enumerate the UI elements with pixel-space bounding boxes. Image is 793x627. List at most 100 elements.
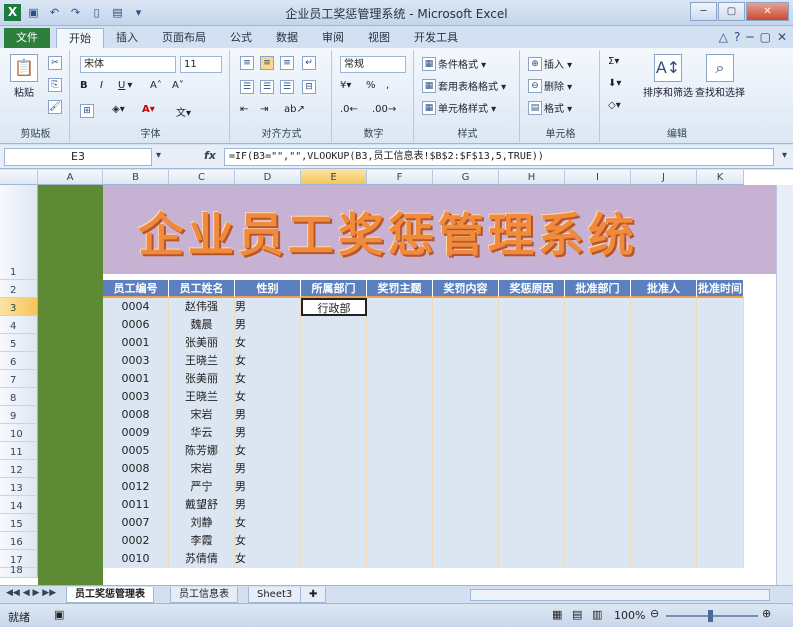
workbook-restore-icon[interactable]: ▢ xyxy=(760,30,771,44)
decrease-indent-icon[interactable]: ⇤ xyxy=(240,104,248,115)
table-cell[interactable] xyxy=(631,334,697,352)
table-cell[interactable]: 0011 xyxy=(103,496,169,514)
row-header-10[interactable]: 10 xyxy=(0,424,38,442)
table-cell[interactable] xyxy=(631,352,697,370)
macro-record-icon[interactable]: ▣ xyxy=(54,608,64,621)
align-left-icon[interactable]: ☰ xyxy=(240,80,254,94)
row-header-6[interactable]: 6 xyxy=(0,352,38,370)
row-header-2[interactable]: 2 xyxy=(0,280,38,298)
row-header-8[interactable]: 8 xyxy=(0,388,38,406)
row-header-7[interactable]: 7 xyxy=(0,370,38,388)
table-cell[interactable]: 0007 xyxy=(103,514,169,532)
table-cell[interactable] xyxy=(697,532,744,550)
table-cell[interactable] xyxy=(433,316,499,334)
table-cell[interactable] xyxy=(697,316,744,334)
table-cell[interactable] xyxy=(301,496,367,514)
table-cell[interactable] xyxy=(301,352,367,370)
autosum-icon[interactable]: Σ▾ xyxy=(608,56,619,67)
comma-icon[interactable]: , xyxy=(386,80,389,91)
table-cell[interactable]: 宋岩 xyxy=(169,406,235,424)
font-size-combo[interactable]: 11 xyxy=(180,56,222,73)
table-cell[interactable] xyxy=(301,532,367,550)
table-cell[interactable]: 0004 xyxy=(103,298,169,316)
table-header-cell[interactable]: 奖罚主题 xyxy=(367,280,433,298)
table-cell[interactable] xyxy=(631,406,697,424)
table-cell[interactable]: 女 xyxy=(235,388,301,406)
table-cell[interactable] xyxy=(301,424,367,442)
align-top-icon[interactable]: ≡ xyxy=(240,56,254,70)
name-box-dropdown-icon[interactable]: ▾ xyxy=(156,150,161,161)
column-header-c[interactable]: C xyxy=(169,170,235,185)
row-header-18[interactable]: 18 xyxy=(0,565,38,578)
zoom-out-icon[interactable]: ⊖ xyxy=(650,607,659,620)
zoom-level[interactable]: 100% xyxy=(614,609,645,622)
table-cell[interactable] xyxy=(499,388,565,406)
table-cell[interactable] xyxy=(433,334,499,352)
table-cell[interactable] xyxy=(565,316,631,334)
table-cell[interactable] xyxy=(565,550,631,568)
find-select-button[interactable]: ⌕ 查找和选择 xyxy=(694,54,746,99)
normal-view-icon[interactable]: ▦ xyxy=(552,608,562,621)
page-layout-view-icon[interactable]: ▤ xyxy=(572,608,582,621)
conditional-format-button[interactable]: ▦ 条件格式 ▾ xyxy=(422,56,486,71)
table-cell[interactable] xyxy=(301,442,367,460)
paste-button[interactable]: 📋 粘贴 xyxy=(10,54,38,99)
tab-review[interactable]: 审阅 xyxy=(310,28,356,48)
cell-styles-button[interactable]: ▦ 单元格样式 ▾ xyxy=(422,100,496,115)
column-header-k[interactable]: K xyxy=(697,170,744,185)
format-painter-icon[interactable]: 🖌 xyxy=(48,100,62,114)
table-cell[interactable] xyxy=(697,442,744,460)
table-cell[interactable]: 男 xyxy=(235,478,301,496)
tab-data[interactable]: 数据 xyxy=(264,28,310,48)
align-right-icon[interactable]: ☰ xyxy=(280,80,294,94)
table-cell[interactable]: 女 xyxy=(235,352,301,370)
table-header-cell[interactable]: 奖惩原因 xyxy=(499,280,565,298)
table-cell[interactable] xyxy=(697,352,744,370)
table-cell[interactable]: 女 xyxy=(235,532,301,550)
table-cell[interactable]: 陈芳娜 xyxy=(169,442,235,460)
table-cell[interactable] xyxy=(367,460,433,478)
column-header-h[interactable]: H xyxy=(499,170,565,185)
table-cell[interactable] xyxy=(565,388,631,406)
table-cell[interactable]: 魏晨 xyxy=(169,316,235,334)
table-cell[interactable]: 女 xyxy=(235,334,301,352)
table-cell[interactable] xyxy=(367,424,433,442)
select-all-corner[interactable] xyxy=(0,170,38,185)
align-bottom-icon[interactable]: ≡ xyxy=(280,56,294,70)
table-header-cell[interactable]: 员工编号 xyxy=(103,280,169,298)
grow-font-icon[interactable]: A˄ xyxy=(150,80,162,91)
table-cell[interactable] xyxy=(433,388,499,406)
table-cell[interactable] xyxy=(565,370,631,388)
percent-icon[interactable]: % xyxy=(366,80,376,91)
table-cell[interactable] xyxy=(433,298,499,316)
table-cell[interactable] xyxy=(499,424,565,442)
column-header-f[interactable]: F xyxy=(367,170,433,185)
table-cell[interactable] xyxy=(499,316,565,334)
table-cell[interactable]: 0010 xyxy=(103,550,169,568)
table-cell[interactable]: 男 xyxy=(235,406,301,424)
table-cell[interactable]: 李霞 xyxy=(169,532,235,550)
table-cell[interactable]: 0001 xyxy=(103,334,169,352)
column-header-g[interactable]: G xyxy=(433,170,499,185)
table-cell[interactable]: 0005 xyxy=(103,442,169,460)
table-cell[interactable]: 女 xyxy=(235,370,301,388)
row-header-4[interactable]: 4 xyxy=(0,316,38,334)
increase-decimal-icon[interactable]: .0← xyxy=(340,104,358,115)
table-cell[interactable] xyxy=(631,388,697,406)
table-cell[interactable]: 苏倩倩 xyxy=(169,550,235,568)
workbook-minimize-icon[interactable]: ─ xyxy=(746,30,753,44)
table-cell[interactable] xyxy=(631,442,697,460)
delete-cells-button[interactable]: ⊖ 删除 ▾ xyxy=(528,78,572,93)
table-cell[interactable]: 0008 xyxy=(103,460,169,478)
table-cell[interactable]: 0003 xyxy=(103,388,169,406)
table-cell[interactable] xyxy=(565,460,631,478)
table-cell[interactable]: 0006 xyxy=(103,316,169,334)
table-header-cell[interactable]: 批准时间 xyxy=(697,280,744,298)
table-cell[interactable] xyxy=(499,532,565,550)
table-cell[interactable]: 戴望舒 xyxy=(169,496,235,514)
table-cell[interactable] xyxy=(631,532,697,550)
selected-cell-e3[interactable]: 行政部 xyxy=(301,298,367,316)
page-break-view-icon[interactable]: ▥ xyxy=(592,608,602,621)
table-cell[interactable]: 女 xyxy=(235,442,301,460)
table-cell[interactable]: 刘静 xyxy=(169,514,235,532)
